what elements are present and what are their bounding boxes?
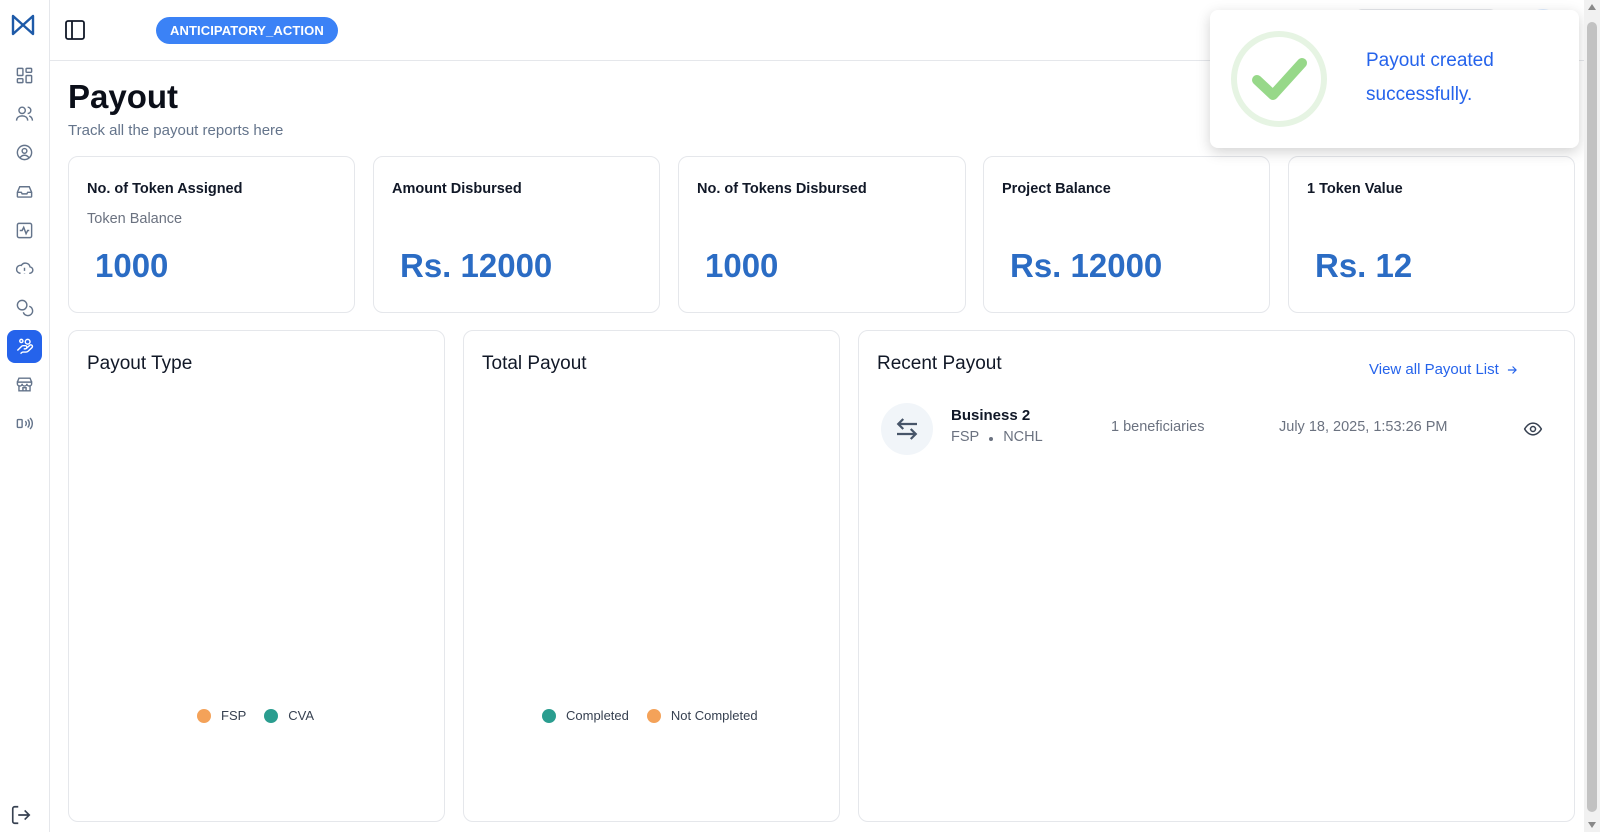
panel-left-icon <box>65 20 85 40</box>
arrow-right-icon <box>1507 365 1517 374</box>
scroll-down-arrow[interactable] <box>1588 822 1596 828</box>
sidebar-item-users[interactable] <box>7 97 42 130</box>
stat-card-tokens-assigned: No. of Token Assigned Token Balance 1000 <box>68 156 355 313</box>
legend-item-cva[interactable]: CVA <box>264 708 314 723</box>
list-item[interactable]: Business 2 FSP NCHL 1 beneficiaries July… <box>881 403 1553 457</box>
panel-title: Payout Type <box>87 353 193 374</box>
stat-value: Rs. 12 <box>1315 247 1413 284</box>
panel-title: Total Payout <box>482 353 587 374</box>
inbox-icon <box>16 186 33 198</box>
legend-item-completed[interactable]: Completed <box>542 708 629 723</box>
logout-button[interactable] <box>8 802 34 828</box>
view-payout-button[interactable] <box>1521 419 1545 439</box>
payout-type: FSP <box>951 429 980 445</box>
sidebar-item-payout[interactable] <box>7 330 42 363</box>
sidebar-toggle-button[interactable] <box>63 18 87 42</box>
sidebar-item-profile[interactable] <box>7 136 42 169</box>
logout-icon <box>11 805 31 825</box>
hand-coins-icon <box>16 338 34 355</box>
stat-label: No. of Tokens Disbursed <box>697 181 867 197</box>
total-payout-legend: Completed Not Completed <box>542 708 758 723</box>
scrollbar-thumb[interactable] <box>1587 22 1597 812</box>
stat-value: Rs. 12000 <box>1010 247 1163 284</box>
recent-payout-panel: Recent Payout View all Payout List Busin… <box>858 330 1575 822</box>
sidebar-item-activity[interactable] <box>7 214 42 247</box>
stat-value: 1000 <box>95 247 169 284</box>
dot-separator <box>989 437 994 441</box>
sidebar-item-alerts[interactable] <box>7 252 42 285</box>
panel-title: Recent Payout <box>877 353 1002 374</box>
user-circle-icon <box>16 144 33 161</box>
legend-dot <box>264 708 279 723</box>
payout-type-panel: Payout Type <box>68 330 445 822</box>
sidebar-item-tokens[interactable] <box>7 291 42 324</box>
legend-item-fsp[interactable]: FSP <box>197 708 246 723</box>
payout-date: July 18, 2025, 1:53:26 PM <box>1279 419 1448 435</box>
page-title: Payout <box>68 78 179 115</box>
sidebar-item-inbox[interactable] <box>7 175 42 208</box>
legend-dot <box>197 708 211 723</box>
scrollbar[interactable] <box>1584 0 1600 832</box>
payout-beneficiaries: 1 beneficiaries <box>1111 419 1205 435</box>
stat-label: Amount Disbursed <box>392 181 522 197</box>
payout-provider: NCHL <box>1003 429 1043 445</box>
legend-label: FSP <box>221 708 247 723</box>
sidebar-item-vendors[interactable] <box>7 368 42 401</box>
payout-meta: FSP NCHL <box>951 429 1043 445</box>
eye-icon <box>1523 422 1543 436</box>
toast-message: Payout created successfully. <box>1366 50 1494 105</box>
stat-card-tokens-disbursed: No. of Tokens Disbursed 1000 <box>678 156 966 313</box>
page-subtitle: Track all the payout reports here <box>68 122 284 139</box>
stat-value: 1000 <box>705 247 779 284</box>
broadcast-icon <box>16 417 34 430</box>
dashboard-icon <box>16 67 33 84</box>
view-all-payout-link[interactable]: View all Payout List <box>1369 361 1519 378</box>
cloud-alert-icon <box>15 262 34 274</box>
legend-label: CVA <box>288 708 315 723</box>
stat-value: Rs. 12000 <box>400 247 553 284</box>
legend-dot <box>646 708 661 723</box>
coins-icon <box>16 299 34 317</box>
stat-label: 1 Token Value <box>1307 181 1403 197</box>
legend-label: Completed <box>566 708 629 723</box>
stat-label: Project Balance <box>1002 181 1111 197</box>
check-circle-icon <box>1231 31 1327 127</box>
stat-card-amount-disbursed: Amount Disbursed Rs. 12000 <box>373 156 660 313</box>
legend-item-not-completed[interactable]: Not Completed <box>646 708 758 723</box>
users-icon <box>15 106 34 121</box>
legend-label: Not Completed <box>670 708 758 723</box>
payout-name: Business 2 <box>951 407 1031 424</box>
app-logo[interactable] <box>10 12 36 38</box>
total-payout-panel: Total Payout <box>463 330 840 822</box>
sidebar <box>0 0 50 832</box>
view-all-label: View all Payout List <box>1369 361 1499 378</box>
payout-type-legend: FSP CVA <box>197 708 314 723</box>
project-badge[interactable]: ANTICIPATORY_ACTION <box>156 17 338 44</box>
stat-sublabel: Token Balance <box>87 211 183 227</box>
transfer-icon <box>881 403 933 455</box>
activity-icon <box>16 222 33 239</box>
store-icon <box>16 377 33 392</box>
stat-label: No. of Token Assigned <box>87 181 243 197</box>
success-toast[interactable]: Payout created successfully. <box>1210 10 1579 148</box>
sidebar-item-dashboard[interactable] <box>7 59 42 92</box>
legend-dot <box>542 708 556 723</box>
stat-card-project-balance: Project Balance Rs. 12000 <box>983 156 1270 313</box>
stat-card-token-value: 1 Token Value Rs. 12 <box>1288 156 1575 313</box>
sidebar-item-communications[interactable] <box>7 407 42 440</box>
scroll-up-arrow[interactable] <box>1588 4 1596 10</box>
